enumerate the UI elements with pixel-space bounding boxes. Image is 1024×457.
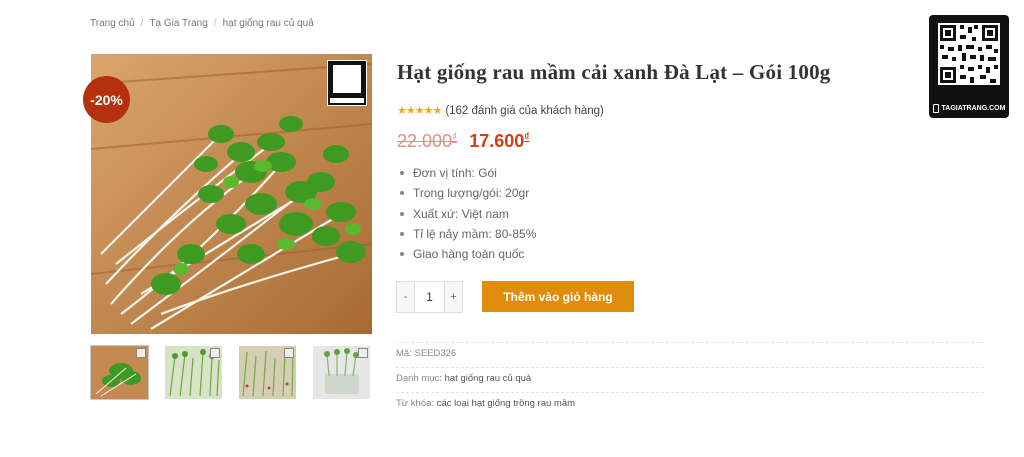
phone-icon — [932, 104, 939, 113]
product-category: Danh mục: hạt giống rau củ quả — [396, 367, 984, 387]
thumbnail-2[interactable] — [165, 346, 222, 399]
product-rating[interactable]: ★★★★★ (162 đánh giá của khách hàng) — [397, 104, 604, 118]
thumbnail-3[interactable] — [239, 346, 296, 399]
breadcrumb: Trang chủ / Tạ Gia Trang / hạt giống rau… — [90, 18, 314, 29]
category-label: Danh mục: — [396, 373, 442, 384]
quantity-input[interactable]: 1 — [414, 282, 445, 312]
breadcrumb-separator: / — [213, 18, 217, 29]
tag-link[interactable]: các loại hạt giống trồng rau mầm — [437, 398, 575, 409]
quantity-increase-button[interactable]: + — [445, 282, 462, 312]
sale-price: 17.600₫ — [469, 131, 530, 151]
qr-watermark-icon — [327, 60, 367, 106]
quantity-stepper: - 1 + — [396, 281, 463, 313]
thumbnail-4[interactable] — [313, 346, 370, 399]
review-count-link[interactable]: (162 đánh giá của khách hàng) — [445, 105, 604, 117]
qr-code-label: TAGIATRANG.COM — [929, 104, 1009, 113]
product-title: Hạt giống rau mầm cải xanh Đà Lạt – Gói … — [397, 60, 831, 84]
thumbnail-1[interactable] — [90, 345, 149, 400]
spec-item: Đơn vị tính: Gói — [397, 163, 536, 183]
tags-label: Từ khóa: — [396, 398, 435, 409]
rating-stars-icon: ★★★★★ — [397, 105, 442, 117]
breadcrumb-home[interactable]: Trang chủ — [90, 18, 135, 29]
spec-item: Giao hàng toàn quốc — [397, 244, 536, 264]
breadcrumb-separator: / — [140, 18, 144, 29]
product-specs: Đơn vị tính: Gói Trọng lượng/gói: 20gr X… — [397, 163, 536, 264]
qr-code-widget[interactable]: TAGIATRANG.COM — [929, 15, 1009, 118]
product-sku: Mã: SEED326 — [396, 342, 984, 362]
sku-value: SEED326 — [414, 348, 457, 359]
add-to-cart-button[interactable]: Thêm vào giỏ hàng — [482, 281, 634, 312]
spec-item: Tỉ lệ nảy mầm: 80-85% — [397, 224, 536, 244]
quantity-decrease-button[interactable]: - — [397, 282, 414, 312]
sale-badge: -20% — [83, 76, 130, 123]
thumbnail-gallery — [90, 345, 370, 400]
breadcrumb-shop[interactable]: Tạ Gia Trang — [149, 18, 207, 29]
spec-item: Xuất xứ: Việt nam — [397, 204, 536, 224]
spec-item: Trọng lượng/gói: 20gr — [397, 183, 536, 203]
product-price: 22.000₫ 17.600₫ — [397, 131, 529, 152]
category-link[interactable]: hạt giống rau củ quả — [445, 373, 532, 384]
sku-label: Mã: — [396, 348, 412, 359]
product-tags: Từ khóa: các loại hạt giống trồng rau mầ… — [396, 392, 984, 412]
breadcrumb-category[interactable]: hạt giống rau củ quả — [223, 18, 314, 29]
qr-code-icon — [938, 23, 1000, 85]
old-price: 22.000₫ — [397, 131, 458, 151]
